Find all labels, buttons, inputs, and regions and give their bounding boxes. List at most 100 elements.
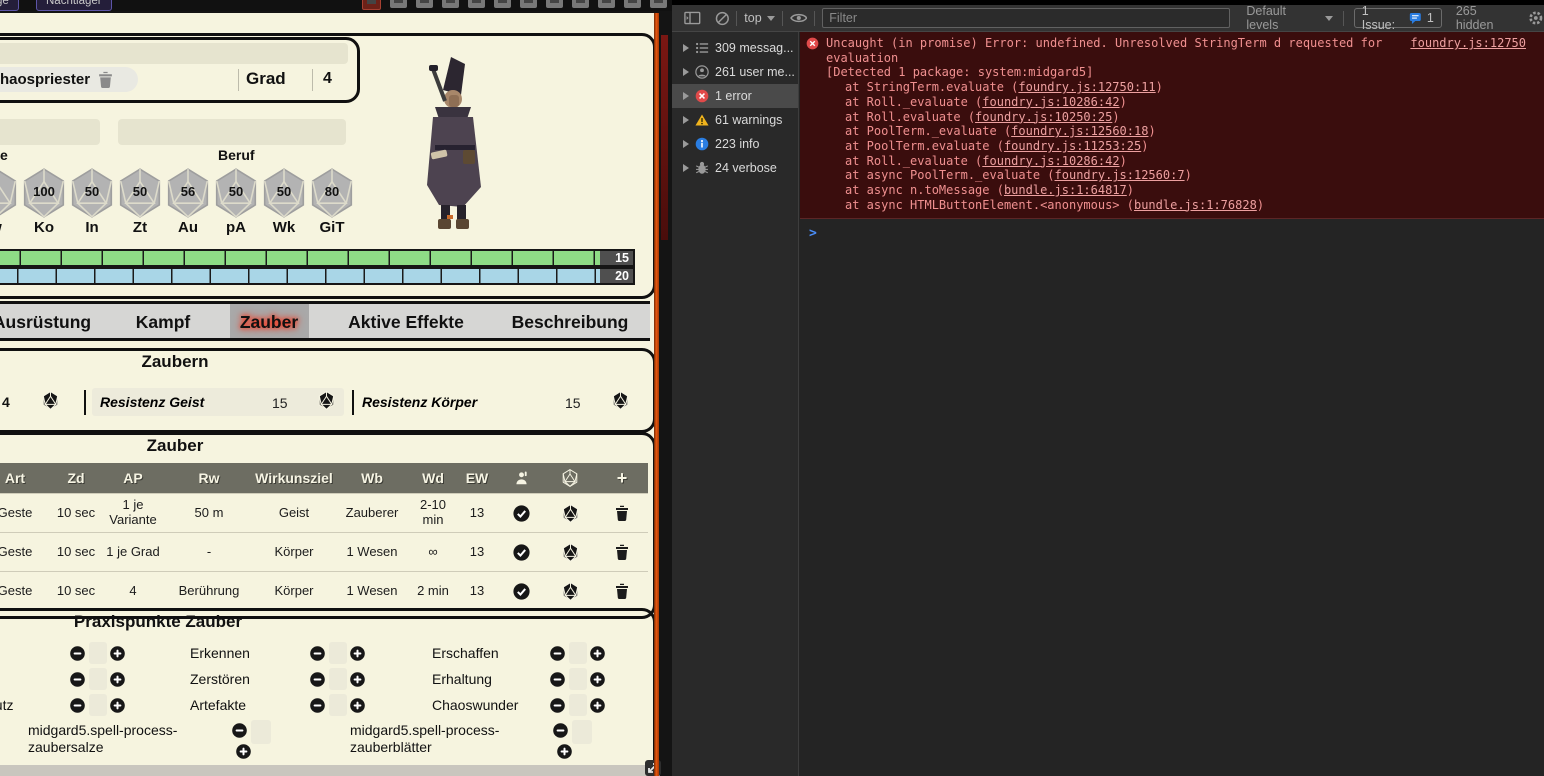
delete-spell-icon[interactable] — [615, 583, 629, 599]
stack-link[interactable]: bundle.js:1:76828 — [1134, 198, 1257, 212]
minus-button[interactable] — [70, 672, 85, 687]
tab-zauber[interactable]: Zauber — [240, 312, 298, 333]
plus-button[interactable] — [236, 744, 251, 759]
delete-spell-icon[interactable] — [615, 505, 629, 521]
minus-button[interactable] — [70, 698, 85, 713]
add-spell-button[interactable]: + — [617, 468, 628, 489]
praxis-value-input[interactable] — [569, 668, 587, 690]
minus-button[interactable] — [310, 672, 325, 687]
sidebar-item-user-messages[interactable]: 261 user me... — [672, 60, 798, 84]
plus-button[interactable] — [590, 646, 605, 661]
plus-button[interactable] — [590, 672, 605, 687]
minus-button[interactable] — [310, 698, 325, 713]
left-field-input[interactable] — [0, 119, 100, 145]
dock-sidebar-icon[interactable] — [684, 11, 701, 25]
attribute-die-gw[interactable]: 5 — [0, 168, 19, 218]
attribute-die-zt[interactable]: 50 — [117, 168, 163, 218]
delete-type-icon[interactable] — [98, 71, 113, 88]
stack-link[interactable]: foundry.js:12560:18 — [1011, 124, 1148, 138]
minus-button[interactable] — [232, 723, 247, 738]
beruf-field-input[interactable] — [118, 119, 346, 145]
attribute-die-au[interactable]: 56 — [165, 168, 211, 218]
stack-link[interactable]: bundle.js:1:64817 — [1004, 183, 1127, 197]
stack-link[interactable]: foundry.js:12750:11 — [1018, 80, 1155, 94]
sidebar-item-verbose[interactable]: 24 verbose — [672, 156, 798, 180]
error-source-link[interactable]: foundry.js:12750 — [1410, 36, 1526, 51]
minus-button[interactable] — [70, 646, 85, 661]
expand-triangle-icon[interactable] — [683, 68, 689, 76]
plus-button[interactable] — [350, 646, 365, 661]
roll-spell-d20-icon[interactable] — [562, 504, 579, 523]
plus-button[interactable] — [110, 672, 125, 687]
issues-counter[interactable]: 1 Issue: 1 — [1354, 8, 1442, 28]
expand-triangle-icon[interactable] — [683, 116, 689, 124]
plus-button[interactable] — [350, 698, 365, 713]
toolbar-icon[interactable] — [494, 0, 511, 8]
toolbar-icon[interactable] — [546, 0, 563, 8]
clear-console-icon[interactable] — [715, 11, 730, 26]
apply-spell-icon[interactable] — [513, 583, 530, 600]
stack-link[interactable]: foundry.js:11253:25 — [1004, 139, 1141, 153]
praxis-value-input[interactable] — [569, 694, 587, 716]
tab-beschreibung[interactable]: Beschreibung — [512, 312, 629, 333]
sidebar-item-warnings[interactable]: 61 warnings — [672, 108, 798, 132]
scene-tab-partial[interactable]: ge — [0, 0, 19, 11]
console-filter-input[interactable] — [822, 8, 1230, 28]
praxis-value-input[interactable] — [329, 694, 347, 716]
tab-aktive-effekte[interactable]: Aktive Effekte — [348, 312, 464, 333]
grad-value[interactable]: 4 — [323, 70, 332, 88]
minus-button[interactable] — [553, 723, 568, 738]
roll-spell-d20-icon[interactable] — [562, 543, 579, 562]
character-portrait[interactable] — [405, 55, 497, 233]
plus-button[interactable] — [110, 698, 125, 713]
context-selector[interactable]: top — [744, 11, 761, 25]
console-error-entry[interactable]: Uncaught (in promise) Error: undefined. … — [800, 32, 1544, 219]
stack-link[interactable]: foundry.js:10286:42 — [982, 95, 1119, 109]
resistenz-koerper-roll-icon[interactable] — [612, 391, 629, 410]
toolbar-icon[interactable] — [416, 0, 433, 8]
minus-button[interactable] — [550, 672, 565, 687]
expand-triangle-icon[interactable] — [683, 92, 689, 100]
toolbar-icon[interactable] — [442, 0, 459, 8]
sidebar-item-errors[interactable]: 1 error — [672, 84, 798, 108]
log-levels-selector[interactable]: Default levels — [1246, 4, 1319, 32]
praxis-value-input[interactable] — [89, 642, 107, 664]
toolbar-icon[interactable] — [390, 0, 407, 8]
plus-button[interactable] — [590, 698, 605, 713]
praxis-value-input[interactable] — [569, 642, 587, 664]
praxis-value-input[interactable] — [329, 642, 347, 664]
stack-link[interactable]: foundry.js:10286:42 — [982, 154, 1119, 168]
expand-triangle-icon[interactable] — [683, 164, 689, 172]
settings-gear-icon[interactable] — [1528, 10, 1544, 26]
praxis-value-input[interactable] — [572, 720, 592, 744]
toolbar-icon[interactable] — [650, 0, 667, 8]
toolbar-icon[interactable] — [598, 0, 615, 8]
scene-tab-nachtlager[interactable]: Nachtlager — [36, 0, 112, 11]
character-type-pill[interactable]: haospriester — [0, 67, 138, 92]
attribute-die-in[interactable]: 50 — [69, 168, 115, 218]
attribute-die-wk[interactable]: 50 — [261, 168, 307, 218]
delete-spell-icon[interactable] — [615, 544, 629, 560]
expand-triangle-icon[interactable] — [683, 44, 689, 52]
roll-spell-d20-icon[interactable] — [562, 582, 579, 601]
plus-button[interactable] — [110, 646, 125, 661]
plus-button[interactable] — [557, 744, 572, 759]
praxis-value-input[interactable] — [89, 668, 107, 690]
sidebar-item-all-messages[interactable]: 309 messag... — [672, 36, 798, 60]
tab-ausruestung[interactable]: Ausrüstung — [0, 312, 91, 333]
toolbar-icon[interactable] — [468, 0, 485, 8]
praxis-value-input[interactable] — [251, 720, 271, 744]
apply-spell-icon[interactable] — [513, 505, 530, 522]
attribute-die-pa[interactable]: 50 — [213, 168, 259, 218]
minus-button[interactable] — [550, 698, 565, 713]
eye-icon[interactable] — [790, 12, 808, 24]
plus-button[interactable] — [350, 672, 365, 687]
praxis-value-input[interactable] — [89, 694, 107, 716]
stack-link[interactable]: foundry.js:10250:25 — [975, 110, 1112, 124]
stack-link[interactable]: foundry.js:12560:7 — [1055, 168, 1185, 182]
ap-bar[interactable]: 20 — [0, 267, 635, 285]
zaubern-roll-d20-icon[interactable] — [42, 391, 59, 410]
praxis-value-input[interactable] — [329, 668, 347, 690]
character-name-input[interactable] — [0, 43, 348, 64]
sidebar-item-info[interactable]: 223 info — [672, 132, 798, 156]
